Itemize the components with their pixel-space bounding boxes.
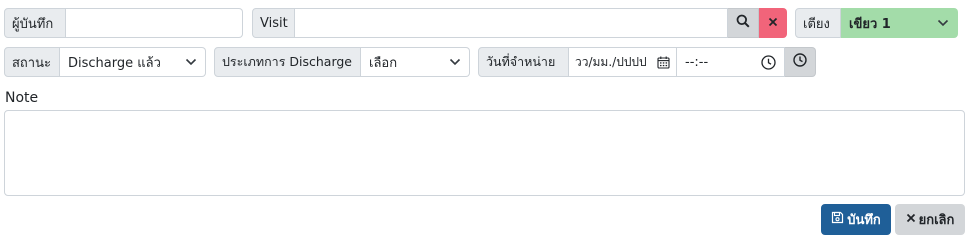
time-placeholder: --:--: [685, 54, 709, 70]
bed-group: เตียง เขียว 1: [795, 8, 958, 38]
save-button[interactable]: บันทึก: [821, 204, 891, 235]
status-label: สถานะ: [4, 47, 60, 77]
calendar-icon[interactable]: [657, 56, 670, 69]
clock-icon[interactable]: [761, 54, 776, 70]
cancel-button[interactable]: ยกเลิก: [895, 204, 965, 235]
note-textarea[interactable]: [4, 110, 965, 196]
discharge-type-select[interactable]: เลือก: [361, 47, 470, 77]
visit-group: Visit: [252, 8, 787, 38]
recorder-label: ผู้บันทึก: [4, 8, 66, 38]
note-label: Note: [5, 90, 39, 106]
date-input[interactable]: วว/มม./ปปปป: [569, 47, 677, 77]
discharge-date-label: วันที่จำหน่าย: [478, 47, 569, 77]
recorder-input[interactable]: [66, 8, 243, 38]
close-icon: [768, 16, 778, 31]
status-select-value: Discharge แล้ว: [68, 55, 161, 71]
status-select[interactable]: Discharge แล้ว: [60, 47, 206, 77]
bed-select-value: เขียว 1: [849, 16, 891, 32]
discharge-date-group: วันที่จำหน่าย วว/มม./ปปปป --:--: [478, 47, 816, 77]
bed-label: เตียง: [795, 8, 841, 38]
clear-visit-button[interactable]: [759, 8, 787, 38]
chevron-down-icon: [449, 58, 461, 66]
current-time-button[interactable]: [785, 47, 816, 77]
search-icon: [736, 14, 750, 32]
close-icon: [906, 212, 916, 227]
save-icon: [831, 211, 844, 228]
discharge-type-group: ประเภทการ Discharge เลือก: [214, 47, 470, 77]
date-placeholder: วว/มม./ปปปป: [575, 54, 647, 69]
visit-input[interactable]: [295, 8, 728, 38]
discharge-type-select-value: เลือก: [369, 55, 398, 71]
visit-label: Visit: [252, 8, 295, 38]
bed-select[interactable]: เขียว 1: [841, 8, 958, 38]
cancel-button-label: ยกเลิก: [918, 213, 955, 228]
clock-icon: [793, 53, 807, 71]
chevron-down-icon: [185, 58, 197, 66]
save-button-label: บันทึก: [847, 213, 881, 228]
discharge-type-label: ประเภทการ Discharge: [214, 47, 361, 77]
chevron-down-icon: [937, 19, 949, 27]
status-group: สถานะ Discharge แล้ว: [4, 47, 206, 77]
search-button[interactable]: [728, 8, 759, 38]
time-input[interactable]: --:--: [677, 47, 785, 77]
recorder-group: ผู้บันทึก: [4, 8, 243, 38]
